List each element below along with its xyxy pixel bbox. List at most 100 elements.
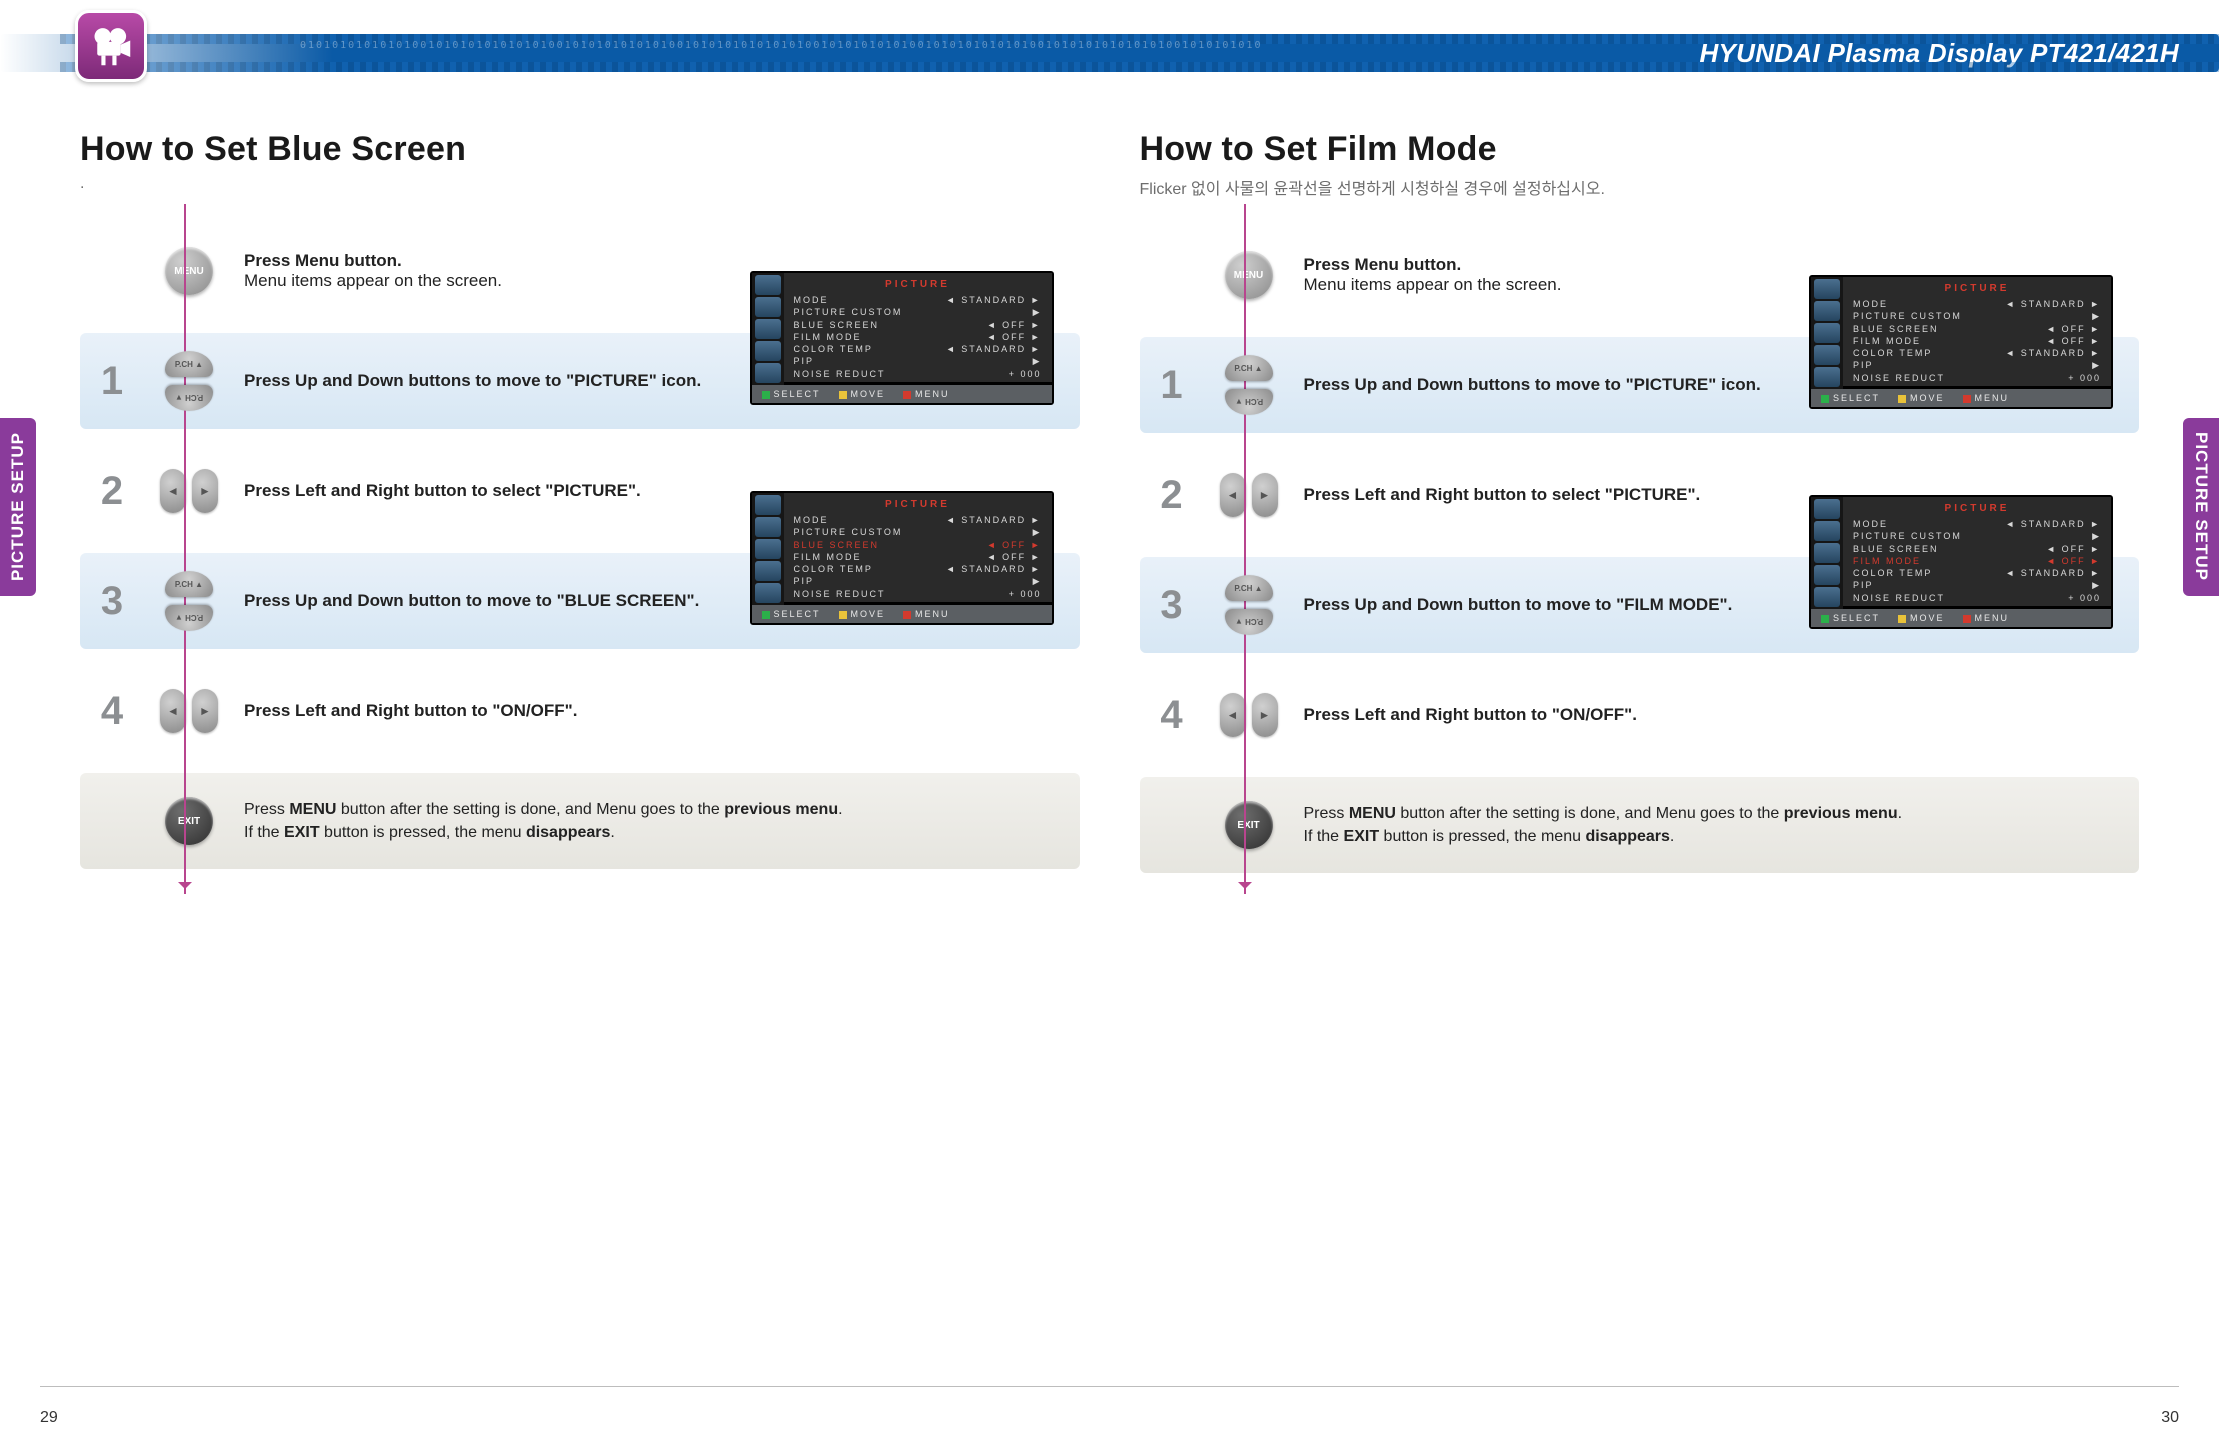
step-text: Press Menu button. Menu items appear on … — [244, 251, 736, 291]
step-exit: EXIT Press MENU button after the setting… — [1140, 777, 2140, 873]
step-text-bold: Press Up and Down button to move to "BLU… — [244, 591, 699, 610]
t: disappears — [1585, 828, 1669, 845]
step-number: 4 — [1150, 695, 1194, 735]
remote-updown: P.CH ▲ P.CH ▼ — [1212, 355, 1286, 415]
footer-rule — [40, 1386, 2179, 1387]
remote-leftright: ◄ ► — [152, 685, 226, 737]
t: previous menu — [1784, 805, 1898, 822]
t: button after the setting is done, and Me… — [1396, 805, 1784, 822]
leftright-button-icon: ◄ ► — [1216, 469, 1282, 521]
t: EXIT — [284, 824, 320, 841]
leftright-button-icon: ◄ ► — [1216, 689, 1282, 741]
step-text: Press Up and Down button to move to "FIL… — [1304, 595, 1796, 615]
step-text-bold: Press Menu button. — [1304, 255, 1796, 275]
remote-exit-button: EXIT — [1212, 801, 1286, 849]
t: . — [1898, 805, 1902, 822]
updown-button-icon: P.CH ▲ P.CH ▼ — [1219, 575, 1279, 635]
section-subtitle: . — [80, 175, 1080, 195]
product-title: HYUNDAI Plasma Display PT421/421H — [1699, 34, 2179, 72]
side-tab-label: PICTURE SETUP — [2191, 432, 2211, 581]
step-text-bold: Press Up and Down buttons to move to "PI… — [1304, 375, 1761, 394]
left-cap-icon: ◄ — [160, 689, 186, 733]
side-tab-right: PICTURE SETUP — [2183, 418, 2219, 596]
step-4: 4 ◄ ► Press Left and Right button to "ON… — [80, 663, 1080, 759]
t: Press — [244, 801, 289, 818]
step-text-bold: Press Left and Right button to select "P… — [1304, 485, 1701, 504]
t: disappears — [526, 824, 610, 841]
remote-menu-button: MENU — [152, 247, 226, 295]
content-columns: How to Set Blue Screen . MENU Press Menu… — [80, 130, 2139, 887]
section-camera-icon — [75, 10, 147, 82]
flow-arrow — [1244, 204, 1246, 894]
step-text: Press Up and Down button to move to "BLU… — [244, 591, 736, 611]
t: button after the setting is done, and Me… — [336, 801, 724, 818]
t: previous menu — [724, 801, 838, 818]
column-blue-screen: How to Set Blue Screen . MENU Press Menu… — [80, 130, 1080, 887]
step-number: 3 — [90, 581, 134, 621]
step-4: 4 ◄ ► Press Left and Right button to "ON… — [1140, 667, 2140, 763]
pch-up-icon: P.CH ▲ — [165, 571, 213, 597]
step-number: 2 — [90, 471, 134, 511]
remote-menu-button: MENU — [1212, 251, 1286, 299]
manual-spread: 0101010101010100101010101010101001010101… — [0, 0, 2219, 1451]
updown-button-icon: P.CH ▲ P.CH ▼ — [159, 571, 219, 631]
flow-arrow — [184, 204, 186, 894]
column-film-mode: How to Set Film Mode Flicker 없이 사물의 윤곽선을… — [1140, 130, 2140, 887]
t: . — [838, 801, 842, 818]
pch-up-icon: P.CH ▲ — [165, 351, 213, 377]
step-text: Press Left and Right button to select "P… — [244, 481, 736, 501]
step-number: 3 — [1150, 585, 1194, 625]
step-text: Press Left and Right button to select "P… — [1304, 485, 1796, 505]
step-exit: EXIT Press MENU button after the setting… — [80, 773, 1080, 869]
t: If the — [1304, 828, 1344, 845]
side-tab-label: PICTURE SETUP — [8, 432, 28, 581]
step-text: Press Menu button. Menu items appear on … — [1304, 255, 1796, 295]
right-cap-icon: ► — [192, 689, 218, 733]
t: . — [610, 824, 614, 841]
remote-leftright: ◄ ► — [152, 465, 226, 517]
step-text: Press Left and Right button to "ON/OFF". — [1304, 705, 2124, 725]
step-number: 4 — [90, 691, 134, 731]
step-number: 1 — [90, 361, 134, 401]
t: button is pressed, the menu — [1379, 828, 1585, 845]
updown-button-icon: P.CH ▲ P.CH ▼ — [159, 351, 219, 411]
left-cap-icon: ◄ — [1220, 693, 1246, 737]
t: Press — [1304, 805, 1349, 822]
t: MENU — [1349, 805, 1396, 822]
menu-button-icon: MENU — [165, 247, 213, 295]
step-text: Press Left and Right button to "ON/OFF". — [244, 701, 1064, 721]
step-text-bold: Press Up and Down button to move to "FIL… — [1304, 595, 1733, 614]
step-text-rest: Menu items appear on the screen. — [244, 271, 502, 290]
right-cap-icon: ► — [1252, 693, 1278, 737]
ribbon-binary-decor: 0101010101010100101010101010101001010101… — [300, 40, 1719, 66]
pch-down-icon: P.CH ▼ — [1225, 389, 1273, 415]
step-text: Press Up and Down buttons to move to "PI… — [1304, 375, 1796, 395]
step-text: Press Up and Down buttons to move to "PI… — [244, 371, 736, 391]
pch-down-icon: P.CH ▼ — [1225, 609, 1273, 635]
t: EXIT — [1344, 828, 1380, 845]
remote-updown: P.CH ▲ P.CH ▼ — [1212, 575, 1286, 635]
leftright-button-icon: ◄ ► — [156, 465, 222, 517]
step-intro: MENU Press Menu button. Menu items appea… — [80, 223, 1080, 319]
t: button is pressed, the menu — [320, 824, 526, 841]
ribbon-stripe: 0101010101010100101010101010101001010101… — [0, 34, 2219, 72]
step-text-bold: Press Up and Down buttons to move to "PI… — [244, 371, 701, 390]
pch-down-icon: P.CH ▼ — [165, 385, 213, 411]
exit-button-icon: EXIT — [1225, 801, 1273, 849]
movie-camera-icon — [89, 24, 133, 68]
section-title: How to Set Film Mode — [1140, 130, 2140, 169]
page-number-left: 29 — [40, 1409, 58, 1427]
remote-updown: P.CH ▲ P.CH ▼ — [152, 571, 226, 631]
header-ribbon: 0101010101010100101010101010101001010101… — [0, 25, 2219, 81]
pch-up-icon: P.CH ▲ — [1225, 355, 1273, 381]
side-tab-left: PICTURE SETUP — [0, 418, 36, 596]
right-cap-icon: ► — [1252, 473, 1278, 517]
t: . — [1670, 828, 1674, 845]
step-text-bold: Press Left and Right button to select "P… — [244, 481, 641, 500]
step-text-bold: Press Menu button. — [244, 251, 736, 271]
leftright-button-icon: ◄ ► — [156, 685, 222, 737]
step-text-bold: Press Left and Right button to "ON/OFF". — [244, 701, 577, 720]
remote-exit-button: EXIT — [152, 797, 226, 845]
t: If the — [244, 824, 284, 841]
updown-button-icon: P.CH ▲ P.CH ▼ — [1219, 355, 1279, 415]
